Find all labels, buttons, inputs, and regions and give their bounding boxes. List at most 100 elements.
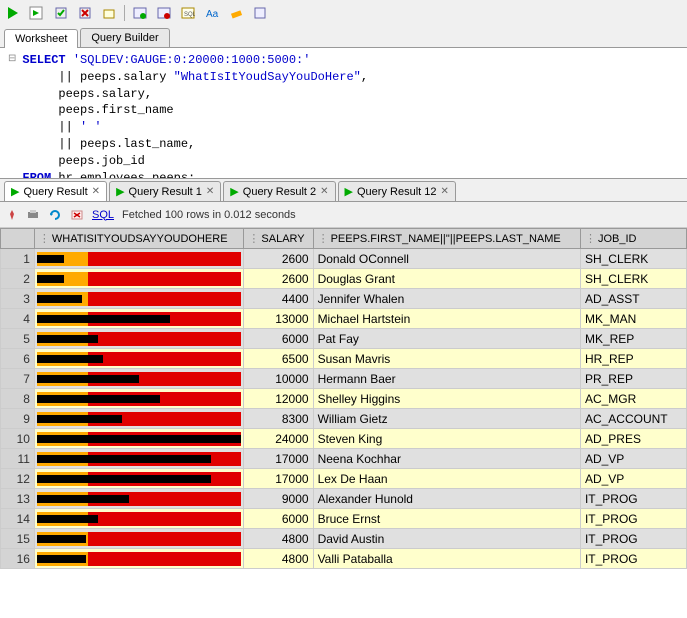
column-header[interactable] [1,229,35,249]
row-number: 12 [1,469,35,489]
jobid-cell: IT_PROG [580,509,686,529]
sql-link[interactable]: SQL [92,209,114,221]
autotrace-icon[interactable] [155,4,173,22]
name-cell: David Austin [313,529,580,549]
gauge-cell [34,269,244,289]
name-cell: Bruce Ernst [313,509,580,529]
column-header[interactable]: ⋮PEEPS.FIRST_NAME||''||PEEPS.LAST_NAME [313,229,580,249]
table-row[interactable]: 1024000Steven KingAD_PRES [1,429,687,449]
sql-icon[interactable]: SQL [179,4,197,22]
clear-icon[interactable] [227,4,245,22]
name-cell: Steven King [313,429,580,449]
run-icon[interactable] [4,4,22,22]
table-row[interactable]: 812000Shelley HigginsAC_MGR [1,389,687,409]
jobid-cell: HR_REP [580,349,686,369]
history-icon[interactable] [251,4,269,22]
gauge-cell [34,429,244,449]
table-row[interactable]: 146000Bruce ErnstIT_PROG [1,509,687,529]
commit-icon[interactable] [52,4,70,22]
row-number: 6 [1,349,35,369]
table-row[interactable]: 154800David AustinIT_PROG [1,529,687,549]
row-number: 8 [1,389,35,409]
search-icon[interactable]: Aa [203,4,221,22]
run-script-icon[interactable] [28,4,46,22]
play-icon: ▶ [116,185,124,198]
tab-query-builder[interactable]: Query Builder [80,28,169,47]
gauge-cell [34,369,244,389]
salary-cell: 8300 [244,409,313,429]
jobid-cell: AC_ACCOUNT [580,409,686,429]
name-cell: Jennifer Whalen [313,289,580,309]
gauge-cell [34,449,244,469]
table-row[interactable]: 12600Donald OConnellSH_CLERK [1,249,687,269]
row-number: 11 [1,449,35,469]
jobid-cell: AD_VP [580,449,686,469]
row-number: 5 [1,329,35,349]
status-text: Fetched 100 rows in 0.012 seconds [122,209,296,221]
table-row[interactable]: 5 6000Pat FayMK_REP [1,329,687,349]
name-cell: Shelley Higgins [313,389,580,409]
gauge-cell [34,289,244,309]
close-icon[interactable]: ✕ [92,186,100,197]
row-number: 1 [1,249,35,269]
table-row[interactable]: 139000Alexander HunoldIT_PROG [1,489,687,509]
salary-cell: 6000 [244,509,313,529]
pin-icon[interactable] [6,209,18,221]
result-toolbar: SQL Fetched 100 rows in 0.012 seconds [0,202,687,228]
gauge-cell [34,469,244,489]
jobid-cell: MK_REP [580,329,686,349]
result-tab-1[interactable]: ▶Query Result 1✕ [109,181,221,201]
table-row[interactable]: 7 10000Hermann BaerPR_REP [1,369,687,389]
name-cell: Valli Pataballa [313,549,580,569]
close-icon[interactable]: ✕ [320,186,328,197]
name-cell: Lex De Haan [313,469,580,489]
result-tabs: ▶Query Result✕ ▶Query Result 1✕ ▶Query R… [0,178,687,202]
gauge-cell [34,549,244,569]
table-row[interactable]: 164800Valli PataballaIT_PROG [1,549,687,569]
table-row[interactable]: 1217000Lex De HaanAD_VP [1,469,687,489]
salary-cell: 10000 [244,369,313,389]
result-tab-0[interactable]: ▶Query Result✕ [4,181,107,201]
delete-icon[interactable] [70,209,84,221]
refresh-icon[interactable] [48,208,62,222]
table-row[interactable]: 9 8300William GietzAC_ACCOUNT [1,409,687,429]
row-number: 16 [1,549,35,569]
gauge-cell [34,529,244,549]
gauge-cell [34,509,244,529]
jobid-cell: AD_VP [580,469,686,489]
close-icon[interactable]: ✕ [440,186,448,197]
jobid-cell: MK_MAN [580,309,686,329]
name-cell: Neena Kochhar [313,449,580,469]
column-header[interactable]: ⋮WHATISITYOUDSAYYOUDOHERE [34,229,244,249]
table-row[interactable]: 413000Michael HartsteinMK_MAN [1,309,687,329]
print-icon[interactable] [26,209,40,221]
table-row[interactable]: 1117000Neena KochharAD_VP [1,449,687,469]
close-icon[interactable]: ✕ [206,186,214,197]
result-grid[interactable]: ⋮WHATISITYOUDSAYYOUDOHERE⋮SALARY⋮PEEPS.F… [0,228,687,618]
gauge-cell [34,349,244,369]
column-header[interactable]: ⋮SALARY [244,229,313,249]
jobid-cell: PR_REP [580,369,686,389]
row-number: 7 [1,369,35,389]
row-number: 9 [1,409,35,429]
name-cell: William Gietz [313,409,580,429]
tuning-icon[interactable] [100,4,118,22]
gauge-cell [34,409,244,429]
result-tab-12[interactable]: ▶Query Result 12✕ [338,181,456,201]
tab-worksheet[interactable]: Worksheet [4,29,78,48]
result-tab-2[interactable]: ▶Query Result 2✕ [223,181,335,201]
jobid-cell: AD_PRES [580,429,686,449]
rollback-icon[interactable] [76,4,94,22]
row-number: 13 [1,489,35,509]
sql-editor[interactable]: ⊟ SELECT 'SQLDEV:GAUGE:0:20000:1000:5000… [0,48,687,178]
column-header[interactable]: ⋮JOB_ID [580,229,686,249]
salary-cell: 6000 [244,329,313,349]
table-row[interactable]: 66500Susan MavrisHR_REP [1,349,687,369]
name-cell: Hermann Baer [313,369,580,389]
salary-cell: 2600 [244,269,313,289]
explain-icon[interactable] [131,4,149,22]
table-row[interactable]: 34400Jennifer WhalenAD_ASST [1,289,687,309]
play-icon: ▶ [11,185,19,198]
table-row[interactable]: 22600Douglas GrantSH_CLERK [1,269,687,289]
name-cell: Pat Fay [313,329,580,349]
